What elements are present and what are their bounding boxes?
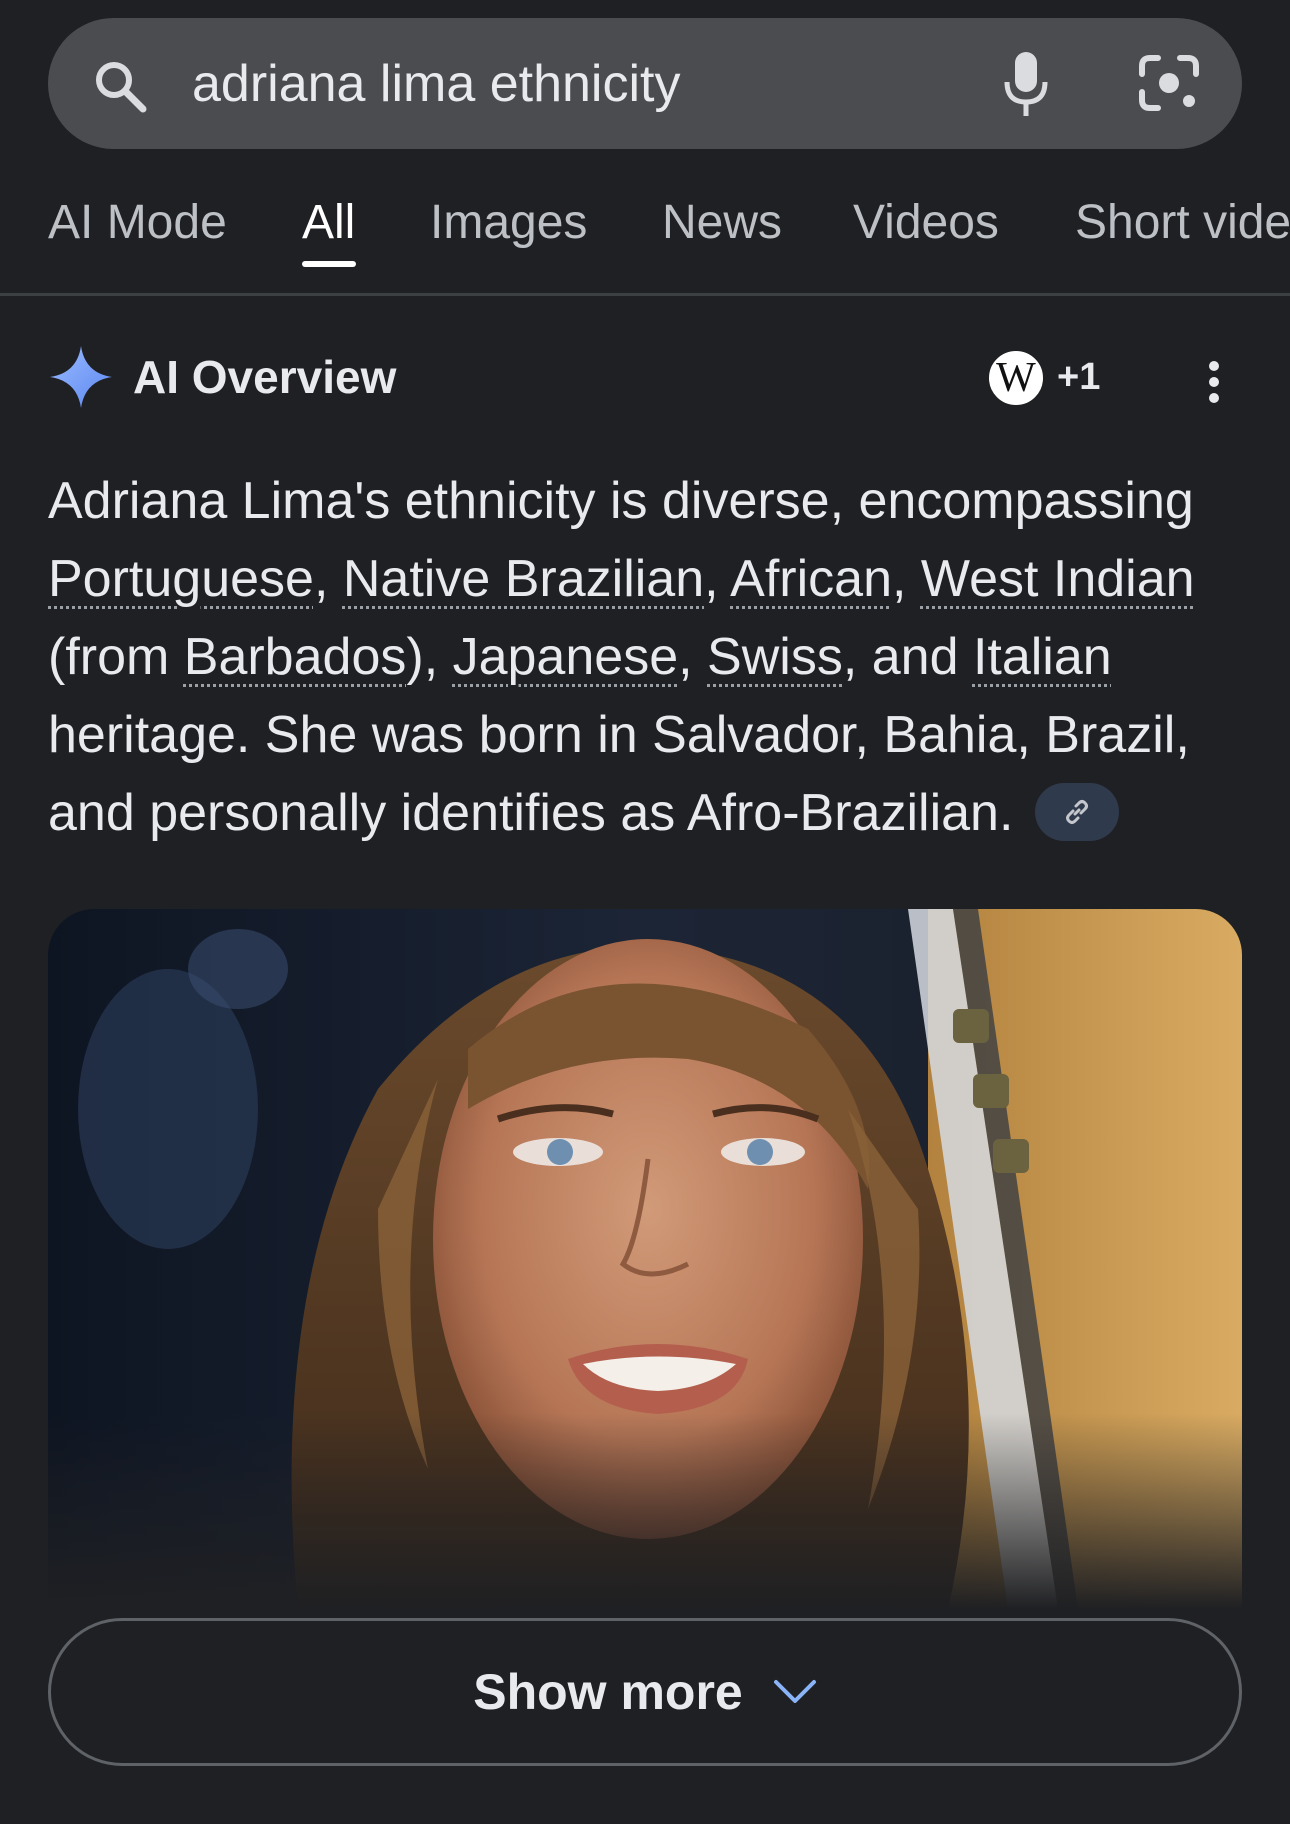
tab-images[interactable]: Images bbox=[430, 195, 587, 250]
link-icon bbox=[1066, 800, 1089, 825]
lens-icon[interactable] bbox=[1138, 54, 1200, 112]
search-tabs: AI Mode All Images News Videos Short vid… bbox=[0, 170, 1290, 296]
show-more-label: Show more bbox=[473, 1664, 743, 1720]
tab-news[interactable]: News bbox=[662, 195, 782, 250]
overview-text-segment: , and bbox=[842, 628, 973, 686]
result-image[interactable] bbox=[48, 909, 1242, 1609]
overview-line: and personally identifies as Afro-Brazil… bbox=[48, 774, 1258, 852]
tab-short-videos[interactable]: Short vide bbox=[1075, 195, 1290, 250]
ai-overview-title: AI Overview bbox=[133, 351, 397, 403]
term-portuguese[interactable]: Portuguese bbox=[48, 550, 314, 608]
active-tab-indicator bbox=[302, 261, 356, 267]
term-african[interactable]: African bbox=[730, 550, 892, 608]
overview-text-segment: heritage. She was born in Salvador, Bahi… bbox=[48, 706, 1190, 764]
more-options-icon[interactable] bbox=[1204, 360, 1224, 404]
overview-text-segment: , bbox=[678, 628, 708, 686]
wikipedia-icon[interactable]: W bbox=[986, 348, 1046, 408]
overview-text-segment: ), bbox=[406, 628, 453, 686]
term-italian[interactable]: Italian bbox=[973, 628, 1112, 686]
search-input[interactable]: adriana lima ethnicity bbox=[192, 18, 680, 149]
term-native-brazilian[interactable]: Native Brazilian bbox=[343, 550, 704, 608]
overview-text-segment: , bbox=[704, 550, 731, 608]
overview-line: Portuguese, Native Brazilian, African, W… bbox=[48, 540, 1258, 618]
show-more-button[interactable]: Show more bbox=[48, 1618, 1242, 1766]
term-barbados[interactable]: Barbados bbox=[184, 628, 407, 686]
source-count[interactable]: +1 bbox=[1057, 356, 1100, 399]
ai-overview-text: Adriana Lima's ethnicity is diverse, enc… bbox=[48, 462, 1258, 852]
overview-line: Adriana Lima's ethnicity is diverse, enc… bbox=[48, 462, 1258, 540]
tab-all[interactable]: All bbox=[302, 195, 355, 250]
gemini-spark-icon bbox=[50, 346, 112, 408]
overview-text-segment: Adriana Lima's ethnicity is diverse, enc… bbox=[48, 472, 1194, 530]
source-link-chip[interactable] bbox=[1035, 783, 1120, 842]
tab-videos[interactable]: Videos bbox=[853, 195, 999, 250]
overview-line: heritage. She was born in Salvador, Bahi… bbox=[48, 696, 1258, 774]
overview-line: (from Barbados), Japanese, Swiss, and It… bbox=[48, 618, 1258, 696]
search-results-page: adriana lima ethnicity AI Mode All Image… bbox=[0, 0, 1290, 1824]
chevron-down-icon bbox=[773, 1680, 816, 1703]
overview-text-segment: (from bbox=[48, 628, 184, 686]
overview-text-segment: , bbox=[892, 550, 921, 608]
overview-text-segment: and personally identifies as Afro-Brazil… bbox=[48, 784, 1014, 842]
tab-ai-mode[interactable]: AI Mode bbox=[48, 195, 227, 250]
mic-icon[interactable] bbox=[1002, 50, 1050, 120]
term-west-indian[interactable]: West Indian bbox=[921, 550, 1195, 608]
tabs-divider bbox=[0, 293, 1290, 296]
portrait-image bbox=[48, 909, 1242, 1609]
overview-text-segment: , bbox=[313, 550, 343, 608]
term-swiss[interactable]: Swiss bbox=[707, 628, 843, 686]
search-icon[interactable] bbox=[92, 58, 148, 114]
term-japanese[interactable]: Japanese bbox=[453, 628, 679, 686]
